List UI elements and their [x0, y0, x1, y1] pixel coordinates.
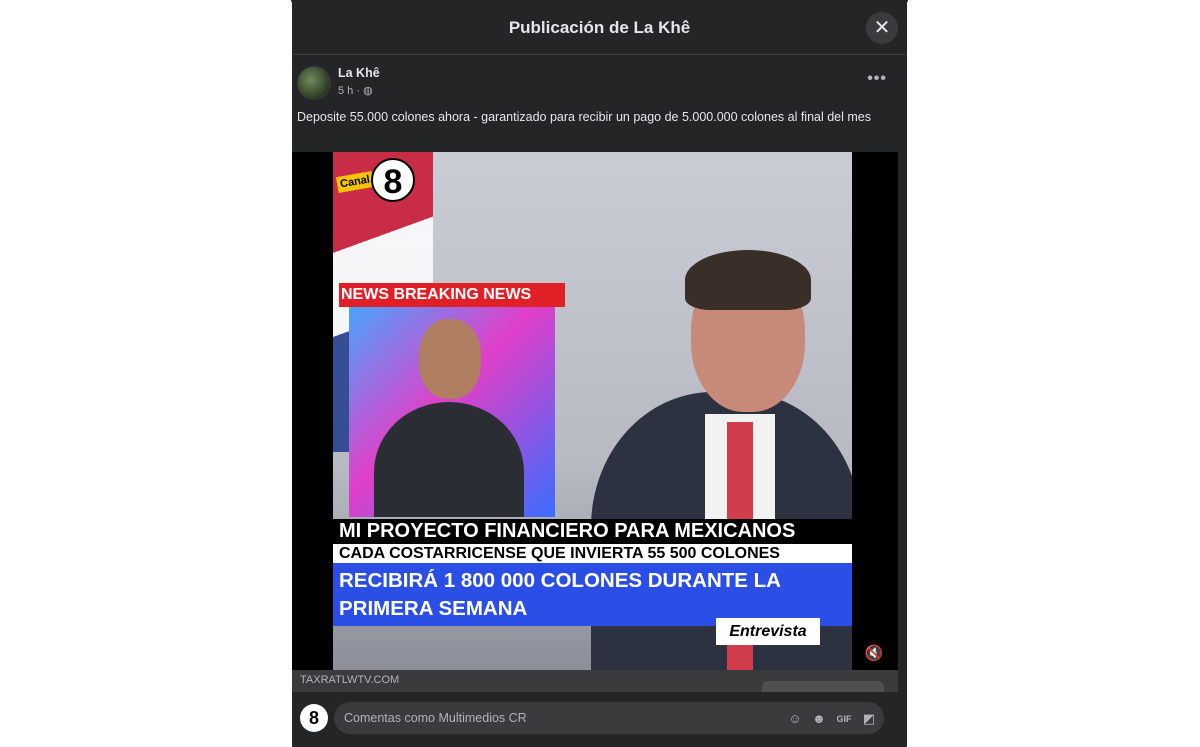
- close-icon: ✕: [873, 17, 891, 39]
- anchor-inset: [349, 307, 555, 517]
- video-player[interactable]: Canal 8 NEWS BREAKING NEWS MI PROYECTO F…: [292, 152, 898, 670]
- modal-title: Publicación de La Khê: [508, 18, 691, 37]
- channel-logo: Canal 8: [335, 158, 415, 204]
- breaking-news-banner: NEWS BREAKING NEWS: [339, 283, 565, 307]
- globe-icon: ◍: [363, 85, 373, 97]
- caption-line-2: CADA COSTARRICENSE QUE INVIERTA 55 500 C…: [333, 544, 852, 563]
- more-options-button[interactable]: •••: [867, 70, 887, 88]
- avatar-sticker-icon[interactable]: ☺: [786, 710, 804, 728]
- author-name[interactable]: La Khê: [338, 66, 380, 80]
- author-avatar[interactable]: [297, 66, 331, 100]
- caption-line-1: MI PROYECTO FINANCIERO PARA MEXICANOS: [333, 519, 852, 544]
- comment-bar: 8 Comentas como Multimedios CR ☺ ☻ GIF ◩: [292, 692, 898, 747]
- logo-number: 8: [371, 158, 415, 202]
- post-modal: Publicación de La Khê ✕ La Khê 5 h · ◍ •…: [292, 0, 907, 747]
- commenter-avatar[interactable]: 8: [300, 704, 328, 732]
- anchor-head: [419, 319, 481, 399]
- emoji-icon[interactable]: ☻: [810, 710, 828, 728]
- post-header: La Khê 5 h · ◍ •••: [292, 56, 907, 106]
- close-button[interactable]: ✕: [866, 12, 898, 44]
- caption-line-3: RECIBIRÁ 1 800 000 COLONES DURANTE LA PR…: [333, 563, 852, 626]
- interview-badge: Entrevista: [716, 618, 820, 645]
- sticker-icon[interactable]: ◩: [860, 710, 878, 728]
- mute-icon[interactable]: 🔇: [862, 642, 886, 666]
- post-meta: 5 h · ◍: [338, 84, 373, 97]
- logo-text: Canal: [335, 170, 375, 194]
- link-preview[interactable]: TAXRATLWTV.COM: [292, 670, 898, 697]
- video-frame[interactable]: Canal 8 NEWS BREAKING NEWS MI PROYECTO F…: [333, 152, 852, 670]
- modal-header: Publicación de La Khê ✕: [292, 0, 907, 55]
- gif-icon[interactable]: GIF: [835, 710, 853, 728]
- post-text: Deposite 55.000 colones ahora - garantiz…: [297, 110, 871, 124]
- man-hair: [685, 250, 811, 310]
- link-domain: TAXRATLWTV.COM: [300, 674, 400, 686]
- anchor-body: [374, 402, 524, 517]
- post-time[interactable]: 5 h ·: [338, 85, 363, 97]
